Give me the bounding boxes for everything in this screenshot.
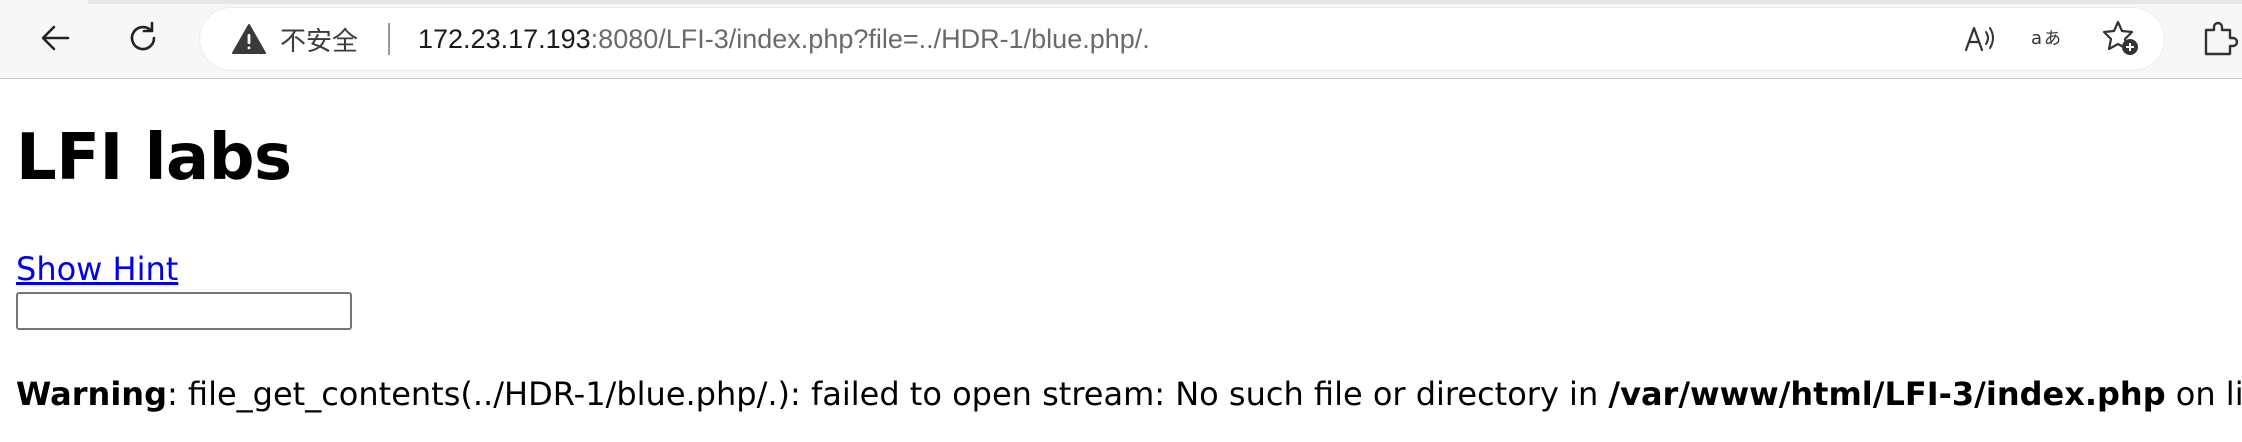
warning-triangle-icon <box>232 24 266 54</box>
url-path: :8080/LFI-3/index.php?file=../HDR-1/blue… <box>590 24 1150 54</box>
tab-strip-edge <box>88 0 2242 4</box>
svg-text:あ: あ <box>2044 29 2061 49</box>
php-warning-message: Warning: file_get_contents(../HDR-1/blue… <box>16 375 2242 413</box>
url-host: 172.23.17.193 <box>418 24 591 54</box>
add-favorite-button[interactable] <box>2099 16 2143 60</box>
warning-message: : file_get_contents(../HDR-1/blue.php/.)… <box>166 375 1609 413</box>
refresh-icon <box>130 21 156 51</box>
reload-button[interactable] <box>115 10 171 66</box>
security-warning-text: 不安全 <box>280 26 359 57</box>
svg-text:a: a <box>2031 28 2042 49</box>
browser-toolbar: 不安全 172.23.17.193:8080/LFI-3/index.php?f… <box>0 0 2242 79</box>
hint-text-input[interactable] <box>16 292 352 330</box>
site-security-indicator[interactable]: 不安全 <box>232 19 358 59</box>
back-button[interactable] <box>28 10 84 66</box>
warning-on-line-text: on line <box>2175 375 2242 413</box>
translate-icon: a あ <box>2031 28 2061 49</box>
extensions-button[interactable] <box>2196 16 2240 60</box>
read-aloud-icon <box>1964 26 1994 52</box>
add-favorite-icon <box>2102 20 2138 55</box>
arrow-left-icon <box>41 25 70 51</box>
address-separator <box>388 23 390 55</box>
puzzle-icon <box>2204 21 2238 56</box>
page-title: LFI labs <box>16 121 292 195</box>
show-hint-link[interactable]: Show Hint <box>16 250 178 288</box>
translate-button[interactable]: a あ <box>2028 16 2072 60</box>
warning-label: Warning <box>16 375 167 413</box>
warning-file-path: /var/www/html/LFI-3/index.php <box>1608 375 2166 413</box>
url-text[interactable]: 172.23.17.193:8080/LFI-3/index.php?file=… <box>418 19 1150 59</box>
read-aloud-button[interactable] <box>1958 16 2002 60</box>
